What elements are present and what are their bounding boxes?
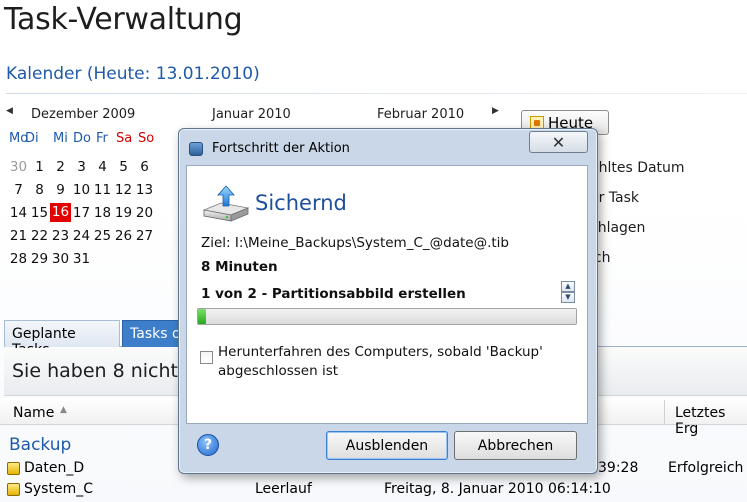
calendar-day[interactable]: 11: [92, 182, 113, 198]
month-title-1: Dezember 2009: [31, 107, 136, 122]
calendar-day[interactable]: 5: [113, 159, 134, 175]
calendar-day[interactable]: 13: [134, 182, 155, 198]
calendar-section-title: Kalender (Heute: 13.01.2010): [6, 64, 260, 84]
calendar-day[interactable]: 3: [71, 159, 92, 175]
section-divider: [6, 93, 747, 94]
task-name: Daten_D: [24, 460, 85, 476]
table-row[interactable]: System_C Leerlauf Freitag, 8. Januar 201…: [0, 481, 747, 502]
cancel-button[interactable]: Abbrechen: [454, 431, 577, 460]
calendar-week: 28 29 30 31: [8, 247, 158, 270]
calendar-day[interactable]: 17: [71, 205, 92, 221]
close-button[interactable]: ✕: [529, 131, 588, 153]
shutdown-checkbox[interactable]: [200, 351, 213, 364]
task-icon: [7, 483, 20, 496]
weekday-label: Mi: [53, 131, 68, 146]
calendar-day[interactable]: 14: [8, 205, 29, 221]
column-name-header[interactable]: Name: [13, 405, 54, 421]
calendar-week: 7 8 9 10 11 12 13: [8, 178, 158, 201]
calendar-day[interactable]: 23: [50, 228, 71, 244]
calendar-day[interactable]: 21: [8, 228, 29, 244]
calendar-day[interactable]: 7: [8, 182, 29, 198]
dialog-title: Fortschritt der Aktion: [212, 141, 350, 156]
calendar-day[interactable]: 2: [50, 159, 71, 175]
calendar-week: 30 1 2 3 4 5 6: [8, 155, 158, 178]
close-icon: ✕: [551, 132, 566, 152]
progress-fill: [198, 309, 206, 324]
weekday-label: Di: [25, 131, 39, 146]
app-icon: [189, 142, 203, 156]
sort-ascending-icon: ▲: [60, 405, 67, 415]
calendar-day[interactable]: 12: [113, 182, 134, 198]
task-icon: [7, 462, 20, 475]
elapsed-time: 8 Minuten: [201, 259, 278, 271]
calendar-day[interactable]: 1: [29, 159, 50, 175]
app-title: Task-Verwaltung: [4, 2, 243, 37]
info-text: Sie haben 8 nicht: [12, 360, 178, 382]
calendar-day[interactable]: 16: [50, 203, 71, 222]
tab-scheduled-tasks[interactable]: Geplante Tasks: [4, 320, 120, 358]
help-icon[interactable]: ?: [197, 434, 219, 456]
calendar-day[interactable]: 18: [92, 205, 113, 221]
progress-bar: [197, 308, 577, 325]
group-label: Backup: [9, 435, 72, 455]
calendar-day[interactable]: 24: [71, 228, 92, 244]
calendar-day[interactable]: 28: [8, 251, 29, 267]
calendar-day[interactable]: 31: [71, 251, 92, 267]
task-status: Leerlauf: [255, 481, 312, 497]
calendar-day[interactable]: 25: [92, 228, 113, 244]
month-title-2: Januar 2010: [212, 107, 291, 122]
backup-drive-icon: [202, 185, 250, 222]
scroll-down-icon[interactable]: ▼: [561, 292, 575, 303]
weekday-label: Fr: [96, 131, 108, 146]
calendar-day[interactable]: 9: [50, 182, 71, 198]
column-divider[interactable]: [664, 400, 665, 424]
calendar-day[interactable]: 19: [113, 205, 134, 221]
prev-month-icon[interactable]: ◀: [6, 106, 13, 116]
calendar-day[interactable]: 26: [113, 228, 134, 244]
calendar-day[interactable]: 30: [8, 159, 29, 175]
task-time: 39:28: [598, 460, 639, 476]
shutdown-checkbox-label[interactable]: Herunterfahren des Computers, sobald 'Ba…: [218, 343, 548, 381]
column-last-result-header[interactable]: Letztes Erg: [675, 405, 747, 437]
calendar-day[interactable]: 8: [29, 182, 50, 198]
calendar-grid: 30 1 2 3 4 5 6 7 8 9 10 11 12 13 14 15 16 17 18 19 20 21 22 23 2…: [8, 155, 158, 270]
task-name: System_C: [24, 481, 93, 497]
task-result: Erfolgreich: [668, 460, 744, 476]
calendar-day[interactable]: 10: [71, 182, 92, 198]
task-time: Freitag, 8. Januar 2010 06:14:10: [384, 481, 611, 497]
calendar-week: 21 22 23 24 25 26 27: [8, 224, 158, 247]
scroll-up-icon[interactable]: ▲: [561, 281, 575, 292]
weekday-label: Sa: [116, 131, 133, 146]
calendar-day[interactable]: 29: [29, 251, 50, 267]
target-path: Ziel: I:\Meine_Backups\System_C_@date@.t…: [201, 235, 509, 251]
next-month-icon[interactable]: ▶: [492, 106, 499, 116]
hide-button[interactable]: Ausblenden: [326, 431, 448, 460]
calendar-day[interactable]: 4: [92, 159, 113, 175]
step-label: 1 von 2 - Partitionsabbild erstellen: [201, 286, 466, 302]
side-link-selected-date[interactable]: ähltes Datum: [590, 160, 685, 176]
calendar-day[interactable]: 15: [29, 205, 50, 221]
calendar-day[interactable]: 6: [134, 159, 155, 175]
weekday-label: So: [138, 131, 155, 146]
calendar-day[interactable]: 30: [50, 251, 71, 267]
weekday-label: Do: [73, 131, 91, 146]
side-link-propose[interactable]: chlagen: [590, 220, 645, 236]
calendar-week: 14 15 16 17 18 19 20: [8, 201, 158, 224]
month-title-3: Februar 2010: [377, 107, 465, 122]
calendar-day[interactable]: 22: [29, 228, 50, 244]
calendar-day[interactable]: 27: [134, 228, 155, 244]
calendar-day[interactable]: 20: [134, 205, 155, 221]
operation-heading: Sichernd: [255, 191, 347, 215]
